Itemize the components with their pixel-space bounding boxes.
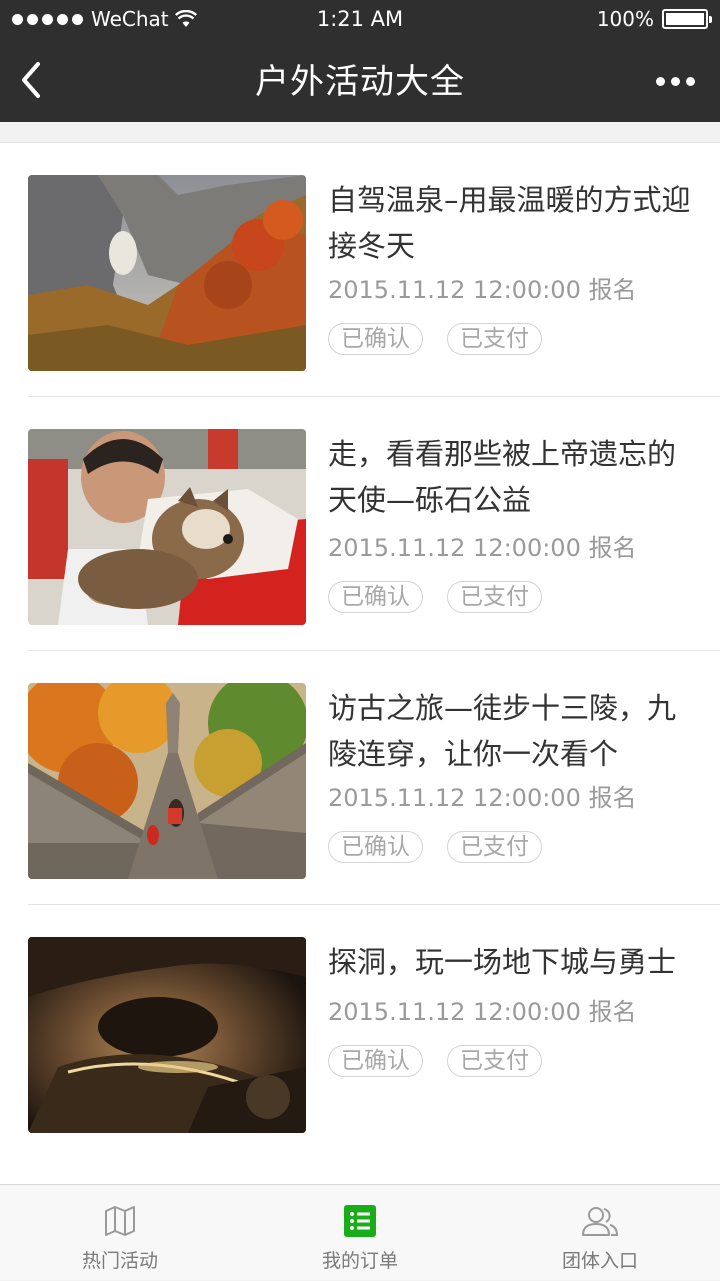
activity-thumbnail: [28, 683, 306, 879]
list-item[interactable]: 访古之旅—徒步十三陵，九陵连穿，让你一次看个 2015.11.12 12:00:…: [0, 651, 720, 905]
order-list: 自驾温泉–用最温暖的方式迎接冬天 2015.11.12 12:00:00 报名 …: [0, 142, 720, 1184]
tab-bar: 热门活动 我的订单 团体入口: [0, 1184, 720, 1280]
tab-hot-activities[interactable]: 热门活动: [0, 1185, 240, 1281]
activity-title: 探洞，玩一场地下城与勇士: [328, 945, 677, 979]
list-item[interactable]: 自驾温泉–用最温暖的方式迎接冬天 2015.11.12 12:00:00 报名 …: [0, 143, 720, 397]
activity-time: 2015.11.12 12:00:00 报名: [328, 276, 637, 304]
mountain-photo: [28, 175, 306, 371]
more-dot-icon: [670, 76, 680, 86]
great-wall-photo: [28, 683, 306, 879]
more-dot-icon: [685, 76, 695, 86]
paid-badge: 已支付: [447, 831, 542, 863]
activity-thumbnail: [28, 937, 306, 1133]
cave-photo: [28, 937, 306, 1133]
tab-my-orders[interactable]: 我的订单: [240, 1185, 480, 1281]
activity-title: 访古之旅—徒步十三陵，九陵连穿，让你一次看个: [328, 691, 677, 771]
battery-percent: 100%: [596, 7, 654, 31]
status-tags: 已确认 已支付: [328, 581, 542, 613]
battery-icon: [662, 9, 712, 29]
list-item[interactable]: 走，看看那些被上帝遗忘的天使—砾石公益 2015.11.12 12:00:00 …: [0, 397, 720, 651]
activity-thumbnail: [28, 429, 306, 625]
paid-badge: 已支付: [447, 323, 542, 355]
list-item[interactable]: 探洞，玩一场地下城与勇士 2015.11.12 12:00:00 报名 已确认 …: [0, 905, 720, 1159]
more-dot-icon: [655, 76, 665, 86]
nav-bar: 户外活动大全: [0, 40, 720, 122]
page-title: 户外活动大全: [255, 62, 465, 102]
confirmed-badge: 已确认: [328, 1045, 423, 1077]
tab-label: 热门活动: [81, 1250, 158, 1272]
status-right: 100%: [596, 6, 712, 32]
map-icon: [105, 1206, 135, 1236]
boy-with-dog-photo: [28, 429, 306, 625]
paid-badge: 已支付: [447, 581, 542, 613]
activity-title: 自驾温泉–用最温暖的方式迎接冬天: [328, 183, 691, 263]
tab-label: 我的订单: [321, 1250, 398, 1272]
status-bar: WeChat 1:21 AM 100%: [0, 0, 720, 40]
status-tags: 已确认 已支付: [328, 1045, 542, 1077]
activity-time: 2015.11.12 12:00:00 报名: [328, 534, 637, 562]
confirmed-badge: 已确认: [328, 323, 423, 355]
activity-time: 2015.11.12 12:00:00 报名: [328, 998, 637, 1026]
confirmed-badge: 已确认: [328, 581, 423, 613]
users-icon: [582, 1207, 619, 1236]
status-tags: 已确认 已支付: [328, 323, 542, 355]
status-tags: 已确认 已支付: [328, 831, 542, 863]
tab-label: 团体入口: [561, 1250, 638, 1272]
confirmed-badge: 已确认: [328, 831, 423, 863]
tab-group-entry[interactable]: 团体入口: [480, 1185, 720, 1281]
activity-time: 2015.11.12 12:00:00 报名: [328, 784, 637, 812]
more-button[interactable]: [650, 66, 700, 96]
list-icon: [344, 1205, 376, 1237]
activity-title: 走，看看那些被上帝遗忘的天使—砾石公益: [328, 437, 677, 517]
activity-thumbnail: [28, 175, 306, 371]
paid-badge: 已支付: [447, 1045, 542, 1077]
